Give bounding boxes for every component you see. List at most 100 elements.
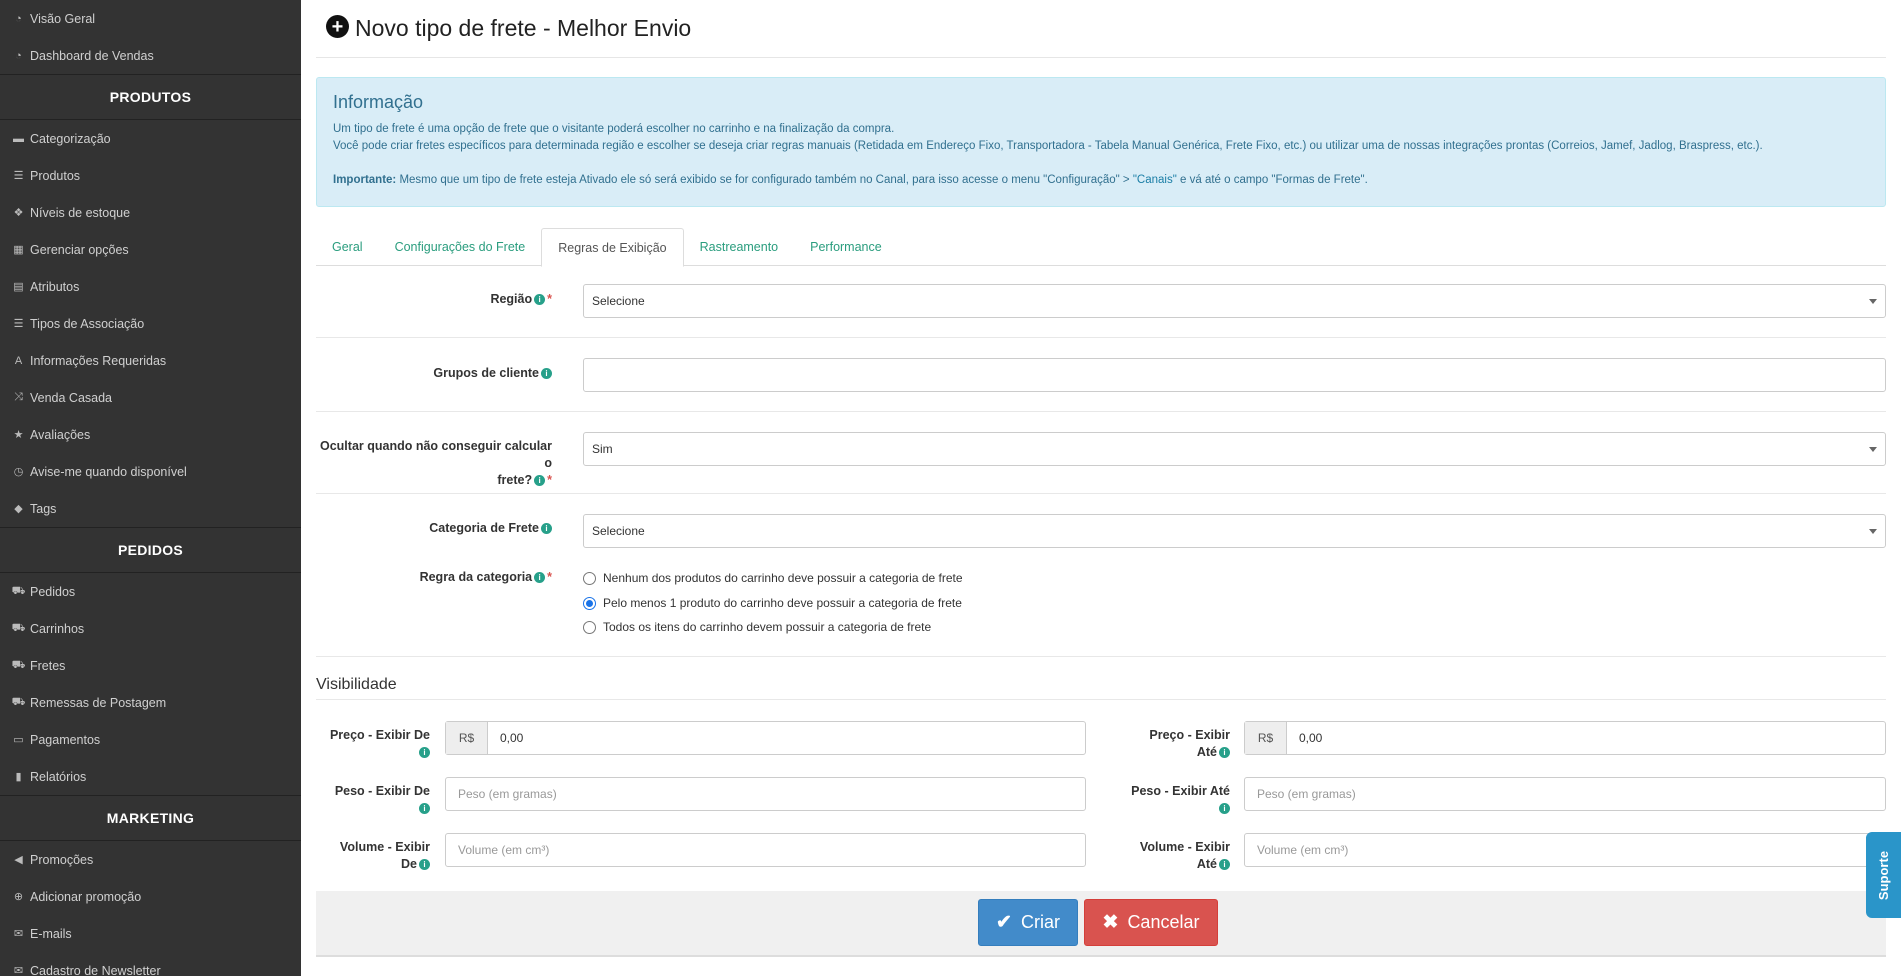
- currency-addon: R$: [446, 722, 488, 754]
- sidebar-item-niveis-de-estoque[interactable]: ❖ Níveis de estoque: [0, 194, 301, 231]
- folder-icon: ▬: [13, 132, 24, 145]
- tab-performance[interactable]: Performance: [794, 228, 898, 266]
- list-icon: ☰: [13, 170, 24, 182]
- sidebar-item-e-mails[interactable]: ✉ E-mails: [0, 915, 301, 952]
- suporte-tab[interactable]: Suporte: [1866, 832, 1901, 918]
- tab-rastreamento[interactable]: Rastreamento: [684, 228, 795, 266]
- sidebar-item-categorizacao[interactable]: ▬ Categorização: [0, 120, 301, 157]
- sidebar-item-pagamentos[interactable]: ▭ Pagamentos: [0, 721, 301, 758]
- list-alt-icon: ▤: [13, 281, 24, 293]
- info-icon: i: [541, 523, 552, 535]
- bar-chart-icon: ▮: [15, 771, 22, 783]
- sidebar-item-tipos-de-associacao[interactable]: ☰ Tipos de Associação: [0, 305, 301, 342]
- cancelar-label: Cancelar: [1127, 912, 1200, 932]
- radio-button[interactable]: [583, 571, 596, 585]
- volume-ate-label-line-1: Volume - Exibir: [1139, 840, 1230, 854]
- alert-important: Importante: Mesmo que um tipo de frete e…: [333, 172, 1869, 189]
- preco-ate-label: Preço - Exibir Até i: [1096, 727, 1230, 761]
- peso-de-placeholder: Peso (em gramas): [458, 787, 557, 801]
- sidebar-item-label: Dashboard de Vendas: [30, 48, 154, 63]
- canais-link[interactable]: "Canais": [1133, 174, 1177, 186]
- regra-option-nenhum[interactable]: Nenhum dos produtos do carrinho deve pos…: [583, 571, 963, 585]
- tab-configuracoes-frete[interactable]: Configurações do Frete: [379, 228, 542, 266]
- sidebar-item-venda-casada[interactable]: ⤨ Venda Casada: [0, 379, 301, 416]
- regiao-label-text: Região: [490, 292, 533, 306]
- volume-ate-input[interactable]: Volume (em cm³): [1244, 833, 1886, 867]
- page-title: Novo tipo de frete - Melhor Envio: [355, 15, 692, 41]
- sidebar-item-relatorios[interactable]: ▮ Relatórios: [0, 758, 301, 795]
- sidebar-item-carrinhos[interactable]: ⛟ Carrinhos: [0, 610, 301, 647]
- sidebar-item-pedidos[interactable]: ⛟ Pedidos: [0, 573, 301, 610]
- sidebar-item-adicionar-promocao[interactable]: ⊕ Adicionar promoção: [0, 878, 301, 915]
- tab-regras-exibicao[interactable]: Regras de Exibição: [541, 228, 684, 267]
- radio-button[interactable]: [583, 620, 596, 634]
- sidebar-item-atributos[interactable]: ▤ Atributos: [0, 268, 301, 305]
- section-pedidos: PEDIDOS: [0, 527, 301, 573]
- peso-ate-input[interactable]: Peso (em gramas): [1244, 777, 1886, 811]
- sidebar-item-visao-geral[interactable]: ◔ Visão Geral: [0, 0, 301, 37]
- truck-icon: ⛟: [11, 658, 26, 671]
- info-icon: i: [419, 859, 430, 871]
- regra-option-pelo-menos-um[interactable]: Pelo menos 1 produto do carrinho deve po…: [583, 596, 962, 610]
- regiao-select[interactable]: Selecione: [583, 284, 1886, 318]
- sidebar-item-promocoes[interactable]: ◀ Promoções: [0, 841, 301, 878]
- caret-down-icon: [1869, 299, 1877, 304]
- sidebar-item-avise-me-quando-disponivel[interactable]: ◷ Avise-me quando disponível: [0, 453, 301, 490]
- radio-button-selected[interactable]: [583, 596, 596, 610]
- caret-down-icon: [1869, 447, 1877, 452]
- sidebar-item-informacoes-requeridas[interactable]: A Informações Requeridas: [0, 342, 301, 379]
- preco-ate-input[interactable]: R$ 0,00: [1244, 721, 1886, 755]
- cancelar-button[interactable]: ✖ Cancelar: [1084, 899, 1218, 946]
- regra-label: Regra da categoria i *: [316, 569, 552, 586]
- preco-de-value: 0,00: [500, 731, 524, 745]
- preco-ate-label-line-2: Até: [1196, 745, 1217, 759]
- ocultar-label: Ocultar quando não conseguir calcular o f…: [316, 438, 552, 489]
- preco-ate-label-line-1: Preço - Exibir: [1149, 728, 1230, 742]
- divider: [316, 656, 1886, 657]
- peso-de-input[interactable]: Peso (em gramas): [445, 777, 1086, 811]
- main-content: + Novo tipo de frete - Melhor Envio Info…: [316, 0, 1886, 976]
- truck-icon: ⛟: [11, 695, 26, 708]
- regiao-select-value: Selecione: [592, 294, 645, 308]
- sidebar-item-cadastro-de-newsletter[interactable]: ✉ Cadastro de Newsletter: [0, 952, 301, 976]
- sidebar-item-label: Pedidos: [30, 584, 76, 599]
- visibilidade-title: Visibilidade: [316, 676, 397, 693]
- regra-option-todos[interactable]: Todos os itens do carrinho devem possuir…: [583, 620, 931, 634]
- sidebar-item-label: Venda Casada: [30, 390, 113, 405]
- sidebar-item-label: Avaliações: [30, 427, 91, 442]
- check-icon: ✔: [996, 912, 1012, 933]
- sidebar-item-label: Avise-me quando disponível: [30, 464, 187, 479]
- sidebar-item-gerenciar-opcoes[interactable]: ▦ Gerenciar opções: [0, 231, 301, 268]
- ocultar-select[interactable]: Sim: [583, 432, 1886, 466]
- currency-addon: R$: [1245, 722, 1287, 754]
- preco-de-label: Preço - Exibir De i: [316, 727, 430, 761]
- regra-option-label: Todos os itens do carrinho devem possuir…: [603, 620, 932, 634]
- sidebar-item-fretes[interactable]: ⛟ Fretes: [0, 647, 301, 684]
- tab-geral[interactable]: Geral: [316, 228, 379, 266]
- bullhorn-icon: ◀: [14, 854, 23, 866]
- volume-de-input[interactable]: Volume (em cm³): [445, 833, 1086, 867]
- divider: [316, 337, 1886, 338]
- sidebar: ◔ Visão Geral ◔ Dashboard de Vendas PRODUTO…: [0, 0, 301, 976]
- sidebar-item-dashboard-de-vendas[interactable]: ◔ Dashboard de Vendas: [0, 37, 301, 74]
- criar-button[interactable]: ✔ Criar: [978, 899, 1078, 946]
- sidebar-item-avaliacoes[interactable]: ★ Avaliações: [0, 416, 301, 453]
- preco-de-input[interactable]: R$ 0,00: [445, 721, 1086, 755]
- categoria-frete-select[interactable]: Selecione: [583, 514, 1886, 548]
- peso-ate-label-text: Peso - Exibir Até: [1131, 784, 1230, 798]
- info-icon: i: [1219, 803, 1230, 815]
- sidebar-item-label: Tags: [30, 501, 57, 516]
- grupos-cliente-input[interactable]: [583, 358, 1886, 392]
- required-marker: *: [547, 570, 552, 584]
- peso-ate-placeholder: Peso (em gramas): [1257, 787, 1356, 801]
- required-marker: *: [547, 292, 552, 306]
- random-icon: ⤨: [14, 391, 23, 403]
- sidebar-item-produtos[interactable]: ☰ Produtos: [0, 157, 301, 194]
- sidebar-item-remessas-de-postagem[interactable]: ⛟ Remessas de Postagem: [0, 684, 301, 721]
- sidebar-item-tags[interactable]: ◆ Tags: [0, 490, 301, 527]
- grupos-label: Grupos de cliente i: [316, 365, 552, 382]
- form-actions: ✔ Criar ✖ Cancelar: [316, 891, 1886, 957]
- list-icon: ☰: [13, 318, 24, 330]
- preco-de-label-text: Preço - Exibir De: [329, 728, 430, 742]
- sidebar-item-label: Pagamentos: [30, 732, 101, 747]
